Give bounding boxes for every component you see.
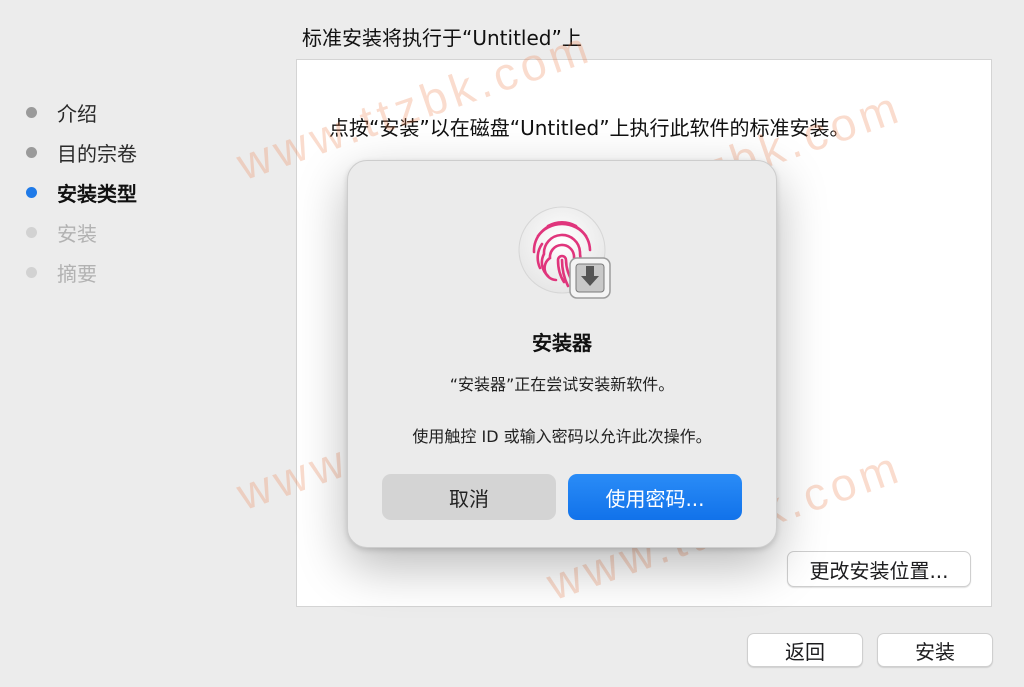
step-status-dot bbox=[26, 186, 37, 198]
dialog-info: 使用触控 ID 或输入密码以允许此次操作。 bbox=[412, 427, 712, 446]
sidebar-step-introduction: 介绍 bbox=[26, 92, 266, 132]
touch-id-installer-icon bbox=[518, 206, 613, 301]
sidebar-step-installation: 安装 bbox=[26, 212, 266, 252]
back-button[interactable]: 返回 bbox=[747, 633, 863, 667]
sidebar-step-label: 目的宗卷 bbox=[57, 141, 137, 166]
installer-window: 标准安装将执行于“Untitled”上 介绍 目的宗卷 安装类型 安装 摘要 点… bbox=[0, 0, 1024, 687]
step-status-dot bbox=[26, 266, 37, 278]
sidebar-step-install-type: 安装类型 bbox=[26, 172, 266, 212]
page-title: 标准安装将执行于“Untitled”上 bbox=[302, 26, 582, 50]
touch-id-auth-dialog: 安装器 “安装器”正在尝试安装新软件。 使用触控 ID 或输入密码以允许此次操作… bbox=[347, 160, 777, 548]
use-password-button[interactable]: 使用密码... bbox=[568, 474, 742, 520]
sidebar-step-label: 安装 bbox=[57, 221, 97, 246]
sidebar-step-label: 摘要 bbox=[57, 261, 97, 286]
dialog-message: “安装器”正在尝试安装新软件。 bbox=[449, 375, 675, 394]
sidebar-steps: 介绍 目的宗卷 安装类型 安装 摘要 bbox=[26, 92, 266, 292]
sidebar-step-summary: 摘要 bbox=[26, 252, 266, 292]
step-status-dot bbox=[26, 226, 37, 238]
step-status-dot bbox=[26, 106, 37, 118]
step-status-dot bbox=[26, 146, 37, 158]
install-description: 点按“安装”以在磁盘“Untitled”上执行此软件的标准安装。 bbox=[329, 116, 850, 140]
install-button[interactable]: 安装 bbox=[877, 633, 993, 667]
dialog-title: 安装器 bbox=[532, 331, 592, 355]
change-install-location-button[interactable]: 更改安装位置... bbox=[787, 551, 971, 587]
sidebar-step-label: 介绍 bbox=[57, 101, 97, 126]
sidebar-step-label: 安装类型 bbox=[57, 181, 137, 206]
cancel-button[interactable]: 取消 bbox=[382, 474, 556, 520]
sidebar-step-destination: 目的宗卷 bbox=[26, 132, 266, 172]
